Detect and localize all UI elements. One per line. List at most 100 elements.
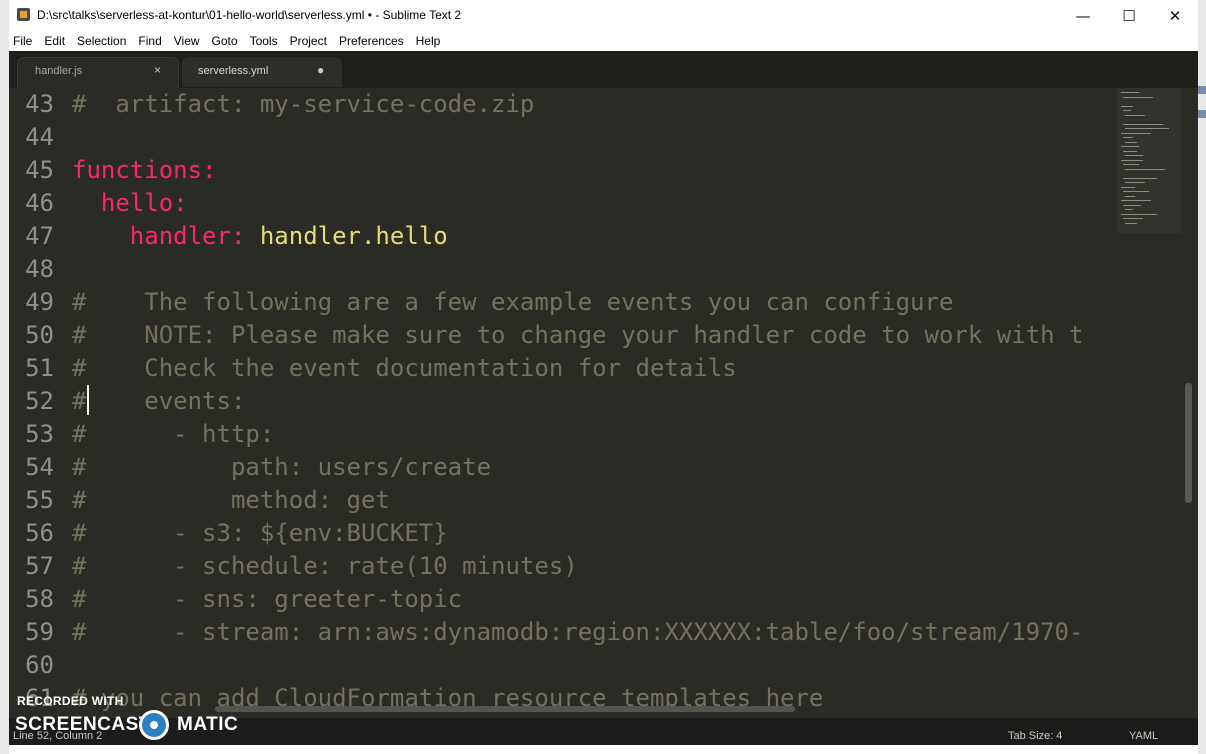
line-number: 52 — [25, 387, 54, 415]
minimap-line — [1121, 146, 1139, 147]
minimap-line — [1125, 195, 1135, 197]
watermark-top-text: RECORDED WITH — [17, 694, 124, 708]
code-line[interactable]: 56 # - s3: ${env:BUCKET} — [9, 517, 1119, 550]
code-text: # - http: — [72, 420, 275, 448]
code-editor[interactable]: 61 # you can add CloudFormation resource … — [9, 88, 1198, 718]
menu-goto[interactable]: Goto — [206, 31, 244, 51]
line-number: 51 — [25, 354, 54, 382]
code-text: hello: — [72, 189, 188, 217]
minimap-line — [1123, 137, 1133, 138]
yaml-key: handler: — [72, 222, 246, 250]
tab-handler-js[interactable]: handler.js × — [17, 57, 179, 88]
title-bar: D:\src\talks\serverless-at-kontur\01-hel… — [9, 0, 1198, 31]
code-line[interactable]: 43 # artifact: my-service-code.zip — [9, 88, 1119, 121]
line-number: 47 — [25, 222, 54, 250]
menu-bar: File Edit Selection Find View Goto Tools… — [9, 31, 1198, 51]
line-number: 55 — [25, 486, 54, 514]
menu-edit[interactable]: Edit — [38, 31, 71, 51]
minimap-line — [1125, 209, 1133, 210]
line-number: 45 — [25, 156, 54, 184]
menu-preferences[interactable]: Preferences — [333, 31, 410, 51]
tab-close-icon[interactable]: × — [154, 63, 161, 77]
close-button[interactable]: ✕ — [1152, 0, 1198, 31]
code-text: # NOTE: Please make sure to change your … — [72, 321, 1084, 349]
code-line[interactable]: 45 functions: — [9, 154, 1119, 187]
code-line[interactable]: 49 # The following are a few example even… — [9, 286, 1119, 319]
menu-selection[interactable]: Selection — [71, 31, 132, 51]
code-line[interactable]: 50 # NOTE: Please make sure to change you… — [9, 319, 1119, 352]
horizontal-scrollbar[interactable] — [215, 706, 795, 712]
syntax-indicator[interactable]: YAML — [1129, 730, 1158, 742]
yaml-value: handler.hello — [245, 222, 448, 250]
code-line[interactable]: 52 # events: — [9, 385, 1119, 418]
minimap-line — [1121, 92, 1139, 93]
line-number: 50 — [25, 321, 54, 349]
line-number: 56 — [25, 519, 54, 547]
minimap-line — [1121, 213, 1157, 215]
menu-project[interactable]: Project — [284, 31, 333, 51]
code-line[interactable]: 60 — [9, 649, 1119, 682]
desktop-fragment — [1198, 86, 1206, 94]
menu-tools[interactable]: Tools — [244, 31, 284, 51]
line-number: 49 — [25, 288, 54, 316]
code-line[interactable]: 53 # - http: — [9, 418, 1119, 451]
code-line[interactable]: 59 # - stream: arn:aws:dynamodb:region:XX… — [9, 616, 1119, 649]
minimap-line — [1125, 141, 1137, 143]
code-line[interactable]: 51 # Check the event documentation for de… — [9, 352, 1119, 385]
maximize-button[interactable]: ☐ — [1106, 0, 1152, 31]
minimap-line — [1125, 114, 1145, 116]
line-number: 57 — [25, 552, 54, 580]
menu-file[interactable]: File — [9, 31, 38, 51]
minimap-line — [1121, 132, 1151, 134]
minimap-line — [1121, 159, 1143, 161]
minimap-line — [1125, 155, 1143, 156]
line-number: 46 — [25, 189, 54, 217]
minimize-button[interactable]: — — [1060, 0, 1106, 31]
minimap-line — [1123, 110, 1131, 111]
code-line[interactable]: 44 — [9, 121, 1119, 154]
minimap-line — [1123, 218, 1143, 219]
code-line[interactable]: 54 # path: users/create — [9, 451, 1119, 484]
screencast-logo-icon — [139, 710, 169, 740]
menu-view[interactable]: View — [168, 31, 206, 51]
tab-size-indicator[interactable]: Tab Size: 4 — [1008, 730, 1062, 742]
vertical-scrollbar[interactable] — [1185, 383, 1192, 503]
menu-find[interactable]: Find — [132, 31, 167, 51]
code-line[interactable]: 47 handler: handler.hello — [9, 220, 1119, 253]
code-line[interactable]: 57 # - schedule: rate(10 minutes) — [9, 550, 1119, 583]
desktop-edge-right — [1198, 0, 1206, 754]
code-text: # - stream: arn:aws:dynamodb:region:XXXX… — [72, 618, 1084, 646]
code-text: # path: users/create — [72, 453, 492, 481]
sublime-window: D:\src\talks\serverless-at-kontur\01-hel… — [9, 0, 1198, 745]
code-line[interactable]: 46 hello: — [9, 187, 1119, 220]
code-text: # Check the event documentation for deta… — [72, 354, 737, 382]
unsaved-dot-icon[interactable]: ● — [317, 63, 324, 77]
minimap-line — [1125, 222, 1137, 224]
line-number: 44 — [25, 123, 54, 151]
minimap-line — [1121, 200, 1151, 201]
minimap-line — [1125, 182, 1145, 183]
code-text: # - sns: greeter-topic — [72, 585, 463, 613]
tab-label: handler.js — [35, 65, 83, 77]
code-line[interactable]: 58 # - sns: greeter-topic — [9, 583, 1119, 616]
watermark-brand-left: SCREENCAST — [15, 714, 151, 735]
minimap-line — [1123, 150, 1137, 152]
sublime-app-icon — [17, 8, 30, 21]
tab-bar: handler.js × serverless.yml ● — [9, 51, 1198, 88]
tab-serverless-yml[interactable]: serverless.yml ● — [182, 57, 342, 87]
minimap-line — [1123, 96, 1153, 98]
minimap-line — [1125, 128, 1169, 129]
code-text: # - schedule: rate(10 minutes) — [72, 552, 578, 580]
minimap-line — [1123, 204, 1141, 206]
text-cursor — [87, 385, 89, 415]
code-line[interactable]: 48 — [9, 253, 1119, 286]
code-line[interactable]: 55 # method: get — [9, 484, 1119, 517]
code-text: # artifact: my-service-code.zip — [72, 90, 535, 118]
menu-help[interactable]: Help — [410, 31, 447, 51]
screencast-watermark: RECORDED WITH SCREENCAST MATIC — [9, 690, 249, 746]
line-number: 48 — [25, 255, 54, 283]
line-number: 54 — [25, 453, 54, 481]
minimap-line — [1123, 191, 1149, 192]
minimap-line — [1125, 168, 1165, 170]
minimap[interactable] — [1117, 88, 1182, 233]
